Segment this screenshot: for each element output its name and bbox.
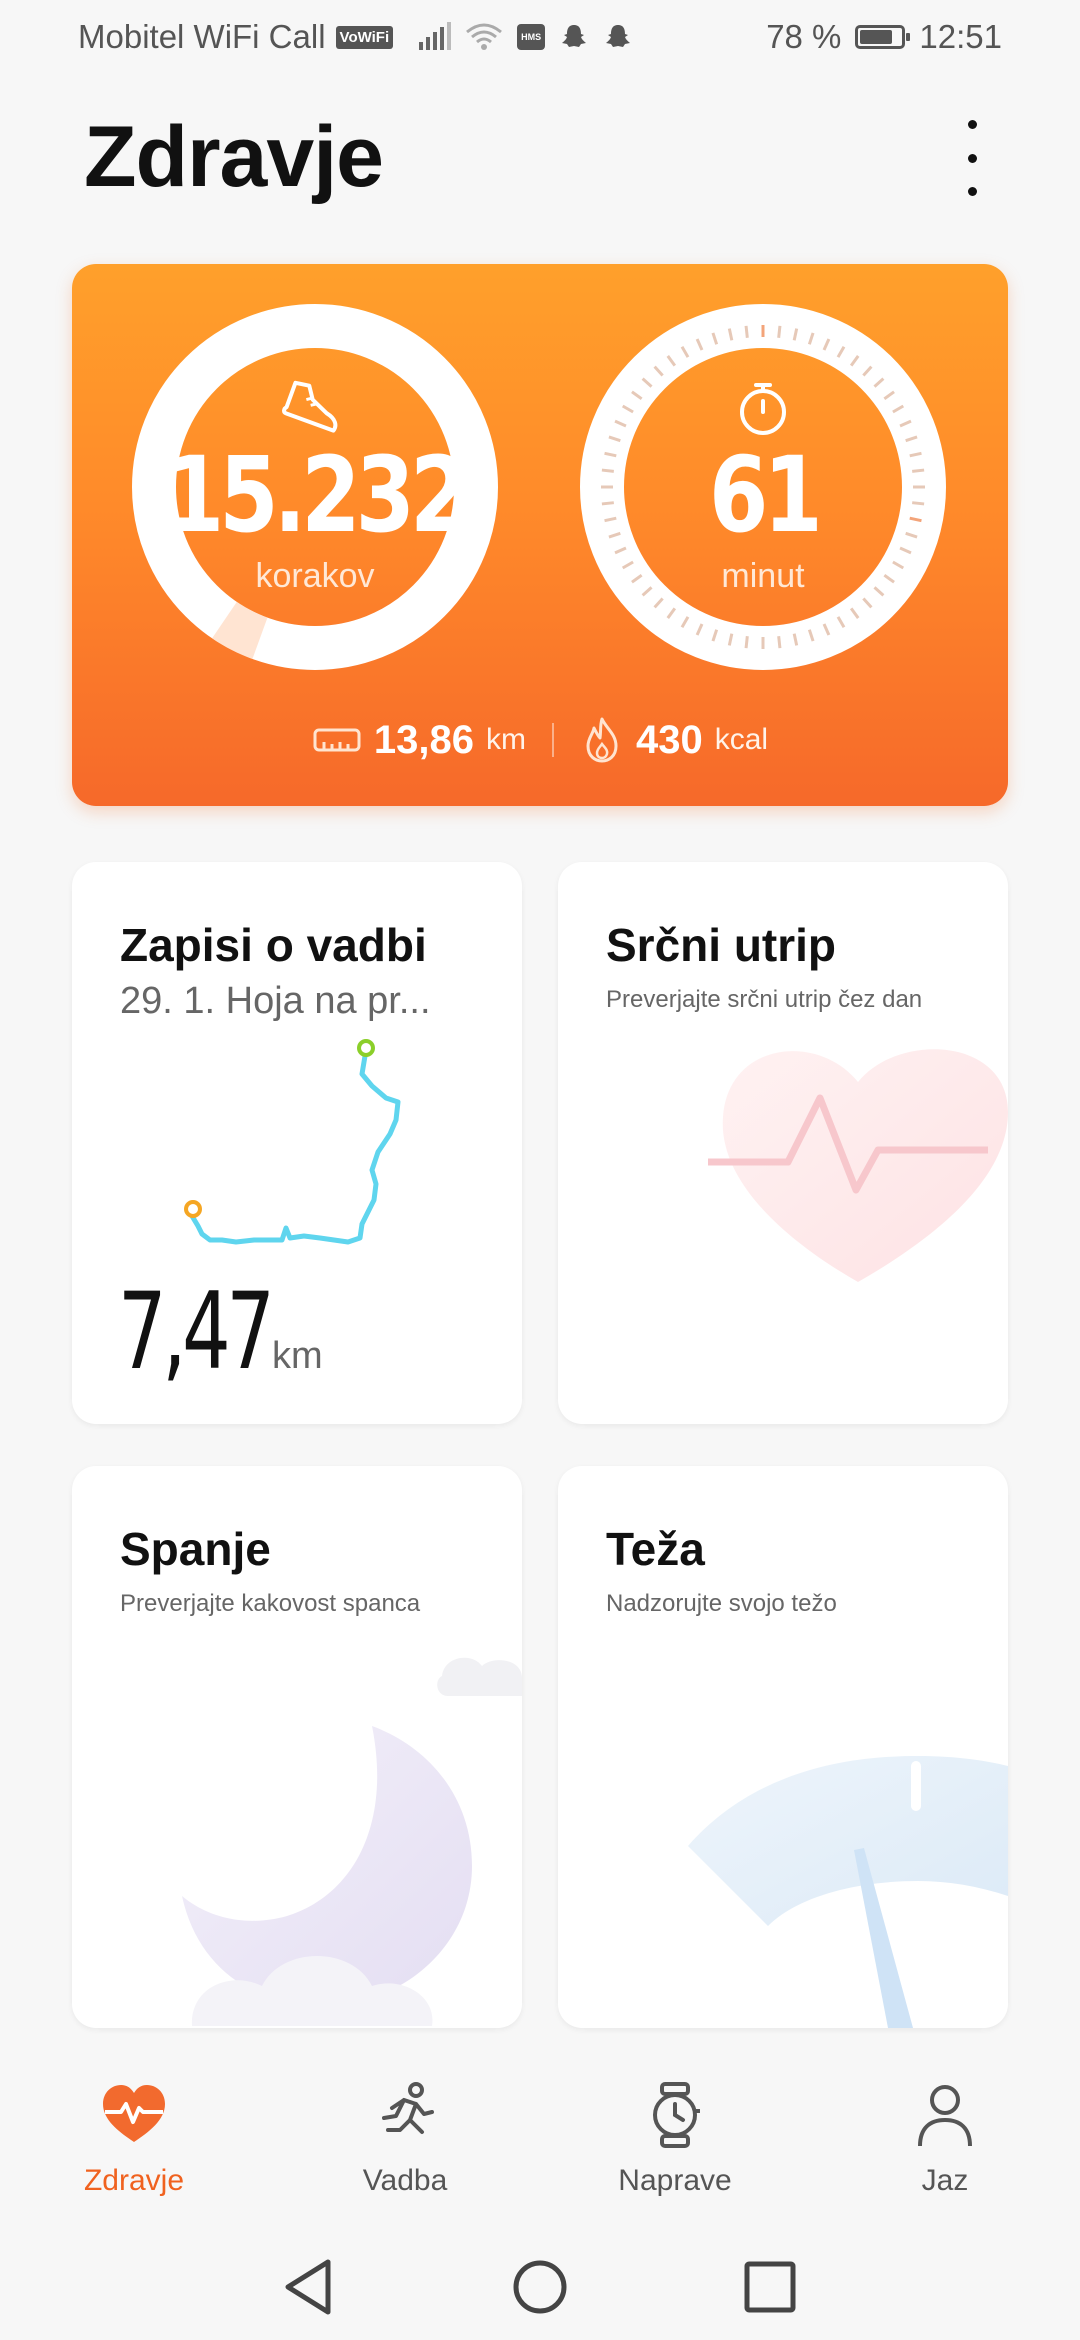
snapchat-icon-2: [606, 25, 631, 47]
bottom-navigation: Zdravje Vadba Naprave Jaz: [0, 2060, 1080, 2210]
status-bar: Mobitel WiFi Call VoWiFi HMS 78 % 12:51: [0, 0, 1080, 72]
home-circle-icon[interactable]: [505, 2252, 575, 2322]
workout-distance: 7,47 km: [118, 1270, 323, 1393]
weight-tile[interactable]: Teža Nadzorujte svojo težo: [558, 1466, 1008, 2028]
steps-value: 15.232: [165, 433, 469, 556]
carrier-name: Mobitel WiFi Call: [78, 18, 326, 55]
workout-distance-unit: km: [272, 1335, 323, 1377]
heart-subtitle: Preverjajte srčni utrip čez dan: [606, 986, 923, 1013]
steps-unit: korakov: [255, 556, 375, 595]
person-icon: [918, 2085, 972, 2147]
recents-square-icon[interactable]: [735, 2252, 805, 2322]
workout-distance-value: 7,47: [118, 1270, 275, 1393]
signal-icon: [419, 22, 452, 50]
nav-item-workout[interactable]: Vadba: [305, 2080, 505, 2198]
status-left: Mobitel WiFi Call VoWiFi HMS: [78, 18, 633, 56]
running-icon: [382, 2082, 434, 2134]
distance-unit: km: [486, 723, 526, 756]
vowifi-badge: VoWiFi: [335, 25, 394, 49]
system-navigation-bar: [0, 2240, 1080, 2340]
ruler-icon: [313, 728, 361, 752]
back-triangle-icon[interactable]: [274, 2252, 344, 2322]
shoe-icon: [282, 380, 338, 433]
distance-stat: 13,86 km: [312, 718, 526, 763]
stopwatch-icon: [740, 382, 786, 435]
watch-icon: [653, 2082, 700, 2148]
heart-rate-tile[interactable]: Srčni utrip Preverjajte srčni utrip čez …: [558, 862, 1008, 1424]
calories-stat: 430 kcal: [580, 716, 768, 764]
sleep-tile[interactable]: Spanje Preverjajte kakovost spanca: [72, 1466, 522, 2028]
nav-item-me[interactable]: Jaz: [845, 2080, 1045, 2198]
heart-pulse-icon: [103, 2085, 165, 2142]
workout-records-tile[interactable]: Zapisi o vadbi 29. 1. Hoja na pr... 7,47…: [72, 862, 522, 1424]
nav-label-devices: Naprave: [618, 2164, 732, 2197]
minutes-unit: minut: [721, 556, 805, 595]
calories-unit: kcal: [714, 723, 769, 756]
heart-title: Srčni utrip: [606, 919, 837, 971]
distance-value: 13,86: [373, 717, 474, 762]
more-vertical-icon: [967, 120, 977, 129]
weight-subtitle: Nadzorujte svojo težo: [606, 1590, 837, 1617]
minutes-value: 61: [708, 433, 823, 556]
page-title: Zdravje: [84, 109, 384, 205]
snapchat-icon: [562, 25, 587, 47]
battery-icon: [855, 25, 911, 49]
wifi-icon: [466, 23, 503, 50]
weight-title: Teža: [606, 1523, 705, 1575]
more-options-button[interactable]: [950, 120, 994, 196]
status-icons: HMS: [417, 22, 633, 52]
status-right: 78 % 12:51: [766, 18, 1002, 56]
stats-divider: [552, 723, 554, 757]
clock: 12:51: [919, 18, 1002, 55]
activity-summary-card[interactable]: 15.232 korakov 61 minut 13,86 km 430 kca…: [72, 264, 1008, 806]
flame-icon: [586, 717, 618, 763]
nav-label-health: Zdravje: [83, 2164, 185, 2197]
nav-label-workout: Vadba: [362, 2164, 448, 2197]
nav-item-devices[interactable]: Naprave: [575, 2080, 775, 2198]
sleep-subtitle: Preverjajte kakovost spanca: [120, 1590, 421, 1617]
active-minutes-ring[interactable]: 61 minut: [580, 304, 946, 670]
nav-label-me: Jaz: [921, 2164, 969, 2197]
steps-ring[interactable]: 15.232 korakov: [132, 304, 498, 670]
sleep-title: Spanje: [120, 1523, 271, 1575]
nav-item-health[interactable]: Zdravje: [34, 2080, 234, 2198]
battery-percent: 78 %: [766, 18, 842, 55]
calories-value: 430: [636, 717, 703, 762]
hms-icon: HMS: [517, 24, 546, 50]
activity-stats: 13,86 km 430 kcal: [72, 716, 1008, 764]
